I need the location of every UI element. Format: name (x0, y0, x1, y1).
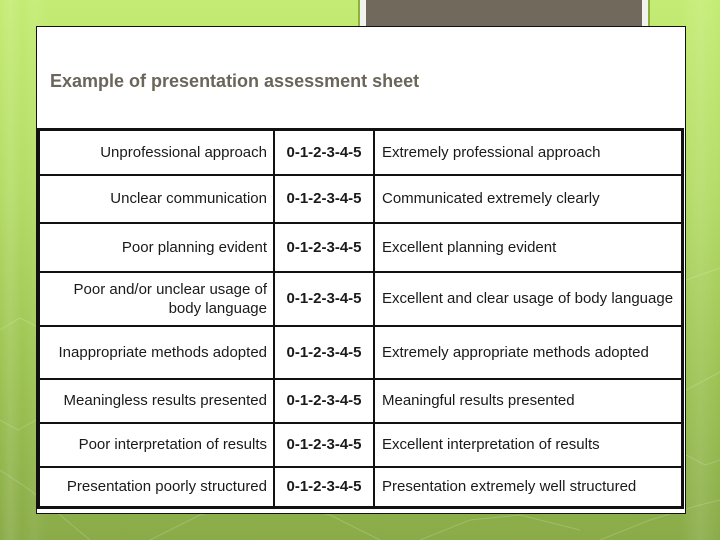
positive-criterion: Meaningful results presented (373, 377, 684, 424)
content-panel: Example of presentation assessment sheet… (36, 26, 686, 514)
negative-criterion: Unclear communication (37, 173, 275, 224)
negative-criterion: Poor planning evident (37, 221, 275, 273)
negative-criterion: Meaningless results presented (37, 377, 275, 424)
negative-criterion: Inappropriate methods adopted (37, 324, 275, 380)
positive-criterion: Excellent planning evident (373, 221, 684, 273)
table-row: Poor planning evident 0-1-2-3-4-5 Excell… (37, 221, 684, 273)
positive-criterion: Presentation extremely well structured (373, 465, 684, 509)
score-scale: 0-1-2-3-4-5 (273, 377, 375, 424)
positive-criterion: Excellent and clear usage of body langua… (373, 270, 684, 327)
score-scale: 0-1-2-3-4-5 (273, 221, 375, 273)
positive-criterion: Excellent interpretation of results (373, 421, 684, 468)
negative-criterion: Poor interpretation of results (37, 421, 275, 468)
table-row: Meaningless results presented 0-1-2-3-4-… (37, 377, 684, 424)
assessment-table: Unprofessional approach 0-1-2-3-4-5 Extr… (37, 128, 684, 509)
positive-criterion: Communicated extremely clearly (373, 173, 684, 224)
table-row: Inappropriate methods adopted 0-1-2-3-4-… (37, 324, 684, 380)
slide-title: Example of presentation assessment sheet (50, 71, 420, 91)
negative-criterion: Presentation poorly structured (37, 465, 275, 509)
score-scale: 0-1-2-3-4-5 (273, 173, 375, 224)
negative-criterion: Poor and/or unclear usage of body langua… (37, 270, 275, 327)
score-scale: 0-1-2-3-4-5 (273, 465, 375, 509)
table-row: Unprofessional approach 0-1-2-3-4-5 Extr… (37, 128, 684, 176)
table-row: Presentation poorly structured 0-1-2-3-4… (37, 465, 684, 509)
table-row: Unclear communication 0-1-2-3-4-5 Commun… (37, 173, 684, 224)
table-row: Poor and/or unclear usage of body langua… (37, 270, 684, 327)
score-scale: 0-1-2-3-4-5 (273, 128, 375, 176)
score-scale: 0-1-2-3-4-5 (273, 324, 375, 380)
score-scale: 0-1-2-3-4-5 (273, 421, 375, 468)
score-scale: 0-1-2-3-4-5 (273, 270, 375, 327)
positive-criterion: Extremely appropriate methods adopted (373, 324, 684, 380)
table-row: Poor interpretation of results 0-1-2-3-4… (37, 421, 684, 468)
negative-criterion: Unprofessional approach (37, 128, 275, 176)
positive-criterion: Extremely professional approach (373, 128, 684, 176)
